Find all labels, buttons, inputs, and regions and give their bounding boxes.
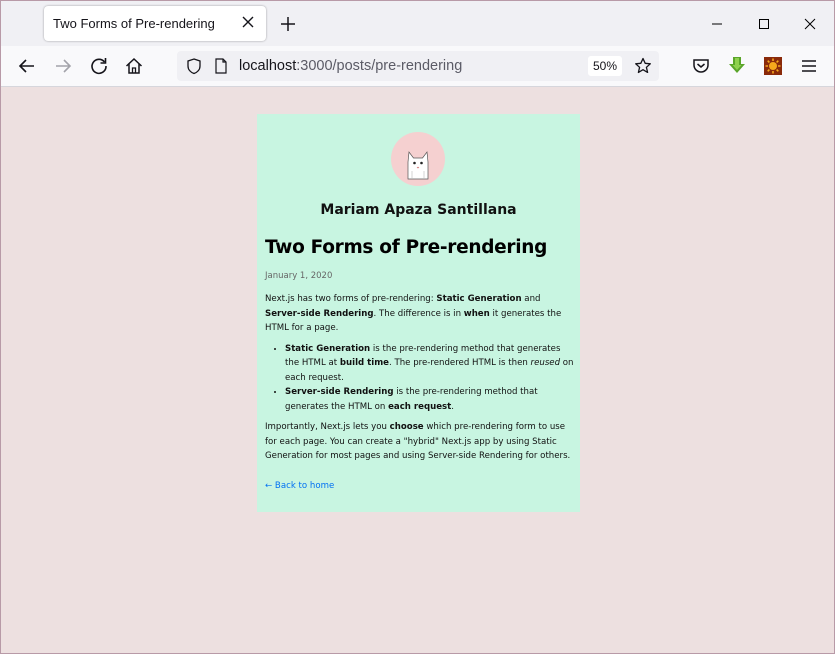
intro-text-3: . The difference is in bbox=[373, 308, 464, 319]
address-bar[interactable]: localhost:3000/posts/pre-rendering 50% bbox=[177, 51, 659, 81]
intro-bold-static: Static Generation bbox=[436, 294, 522, 304]
cat-icon bbox=[407, 151, 429, 180]
intro-text-2: and bbox=[521, 294, 541, 304]
intro-bold-when: when bbox=[463, 308, 490, 319]
list-item: Server-side Rendering is the pre-renderi… bbox=[285, 385, 575, 414]
close-tab-icon[interactable] bbox=[238, 12, 258, 32]
post-body: Next.js has two forms of pre-rendering: … bbox=[265, 292, 575, 470]
item1-bold-build-time: build time bbox=[339, 358, 390, 368]
pocket-icon[interactable] bbox=[690, 55, 712, 77]
item1-text-2: . The pre-rendered HTML is then bbox=[389, 358, 531, 368]
maximize-icon[interactable] bbox=[754, 14, 774, 34]
post-date: January 1, 2020 bbox=[265, 271, 333, 281]
tab-active[interactable]: Two Forms of Pre-rendering bbox=[44, 6, 266, 41]
list-item: Static Generation is the pre-rendering m… bbox=[285, 342, 575, 386]
zoom-badge[interactable]: 50% bbox=[588, 56, 622, 76]
item2-bold-each-request: each request bbox=[388, 401, 452, 412]
back-arrow-icon[interactable] bbox=[16, 55, 38, 77]
home-icon[interactable] bbox=[123, 55, 145, 77]
forms-list: Static Generation is the pre-rendering m… bbox=[265, 342, 575, 415]
reload-icon[interactable] bbox=[88, 55, 110, 77]
close-window-icon[interactable] bbox=[800, 14, 820, 34]
item2-bold-term: Server-side Rendering bbox=[285, 387, 394, 397]
page-icon bbox=[215, 58, 227, 74]
tab-title: Two Forms of Pre-rendering bbox=[53, 16, 215, 31]
author-name: Mariam Apaza Santillana bbox=[320, 202, 517, 218]
download-extension-icon[interactable] bbox=[726, 55, 748, 77]
intro-text-1: Next.js has two forms of pre-rendering: bbox=[265, 294, 437, 304]
new-tab-icon[interactable] bbox=[277, 13, 299, 35]
tab-strip: Two Forms of Pre-rendering bbox=[1, 1, 834, 46]
author-avatar bbox=[391, 132, 445, 186]
item1-bold-term: Static Generation bbox=[285, 343, 371, 354]
intro-bold-ssr: Server-side Rendering bbox=[265, 308, 374, 319]
intro-paragraph: Next.js has two forms of pre-rendering: … bbox=[265, 292, 575, 336]
extension-sun-icon[interactable] bbox=[762, 55, 784, 77]
url-text[interactable]: localhost:3000/posts/pre-rendering bbox=[239, 58, 462, 74]
browser-window: Two Forms of Pre-rendering localhost:300… bbox=[0, 0, 835, 654]
menu-icon[interactable] bbox=[798, 55, 820, 77]
forward-arrow-icon[interactable] bbox=[52, 55, 74, 77]
item2-text-2: . bbox=[451, 401, 455, 412]
url-host: localhost bbox=[239, 58, 297, 74]
item1-italic-reused: reused bbox=[530, 358, 561, 368]
bookmark-star-icon[interactable] bbox=[633, 56, 653, 76]
post-card: Mariam Apaza Santillana Two Forms of Pre… bbox=[257, 114, 580, 512]
back-to-home-link[interactable]: ← Back to home bbox=[265, 481, 334, 491]
outro-bold-choose: choose bbox=[389, 422, 424, 432]
outro-text-1: Importantly, Next.js lets you bbox=[265, 422, 390, 432]
post-title: Two Forms of Pre-rendering bbox=[265, 237, 548, 258]
shield-icon[interactable] bbox=[185, 57, 203, 75]
minimize-icon[interactable] bbox=[707, 14, 727, 34]
outro-paragraph: Importantly, Next.js lets you choose whi… bbox=[265, 420, 575, 464]
url-path: :3000/posts/pre-rendering bbox=[296, 58, 463, 74]
nav-toolbar: localhost:3000/posts/pre-rendering 50% bbox=[1, 46, 834, 87]
